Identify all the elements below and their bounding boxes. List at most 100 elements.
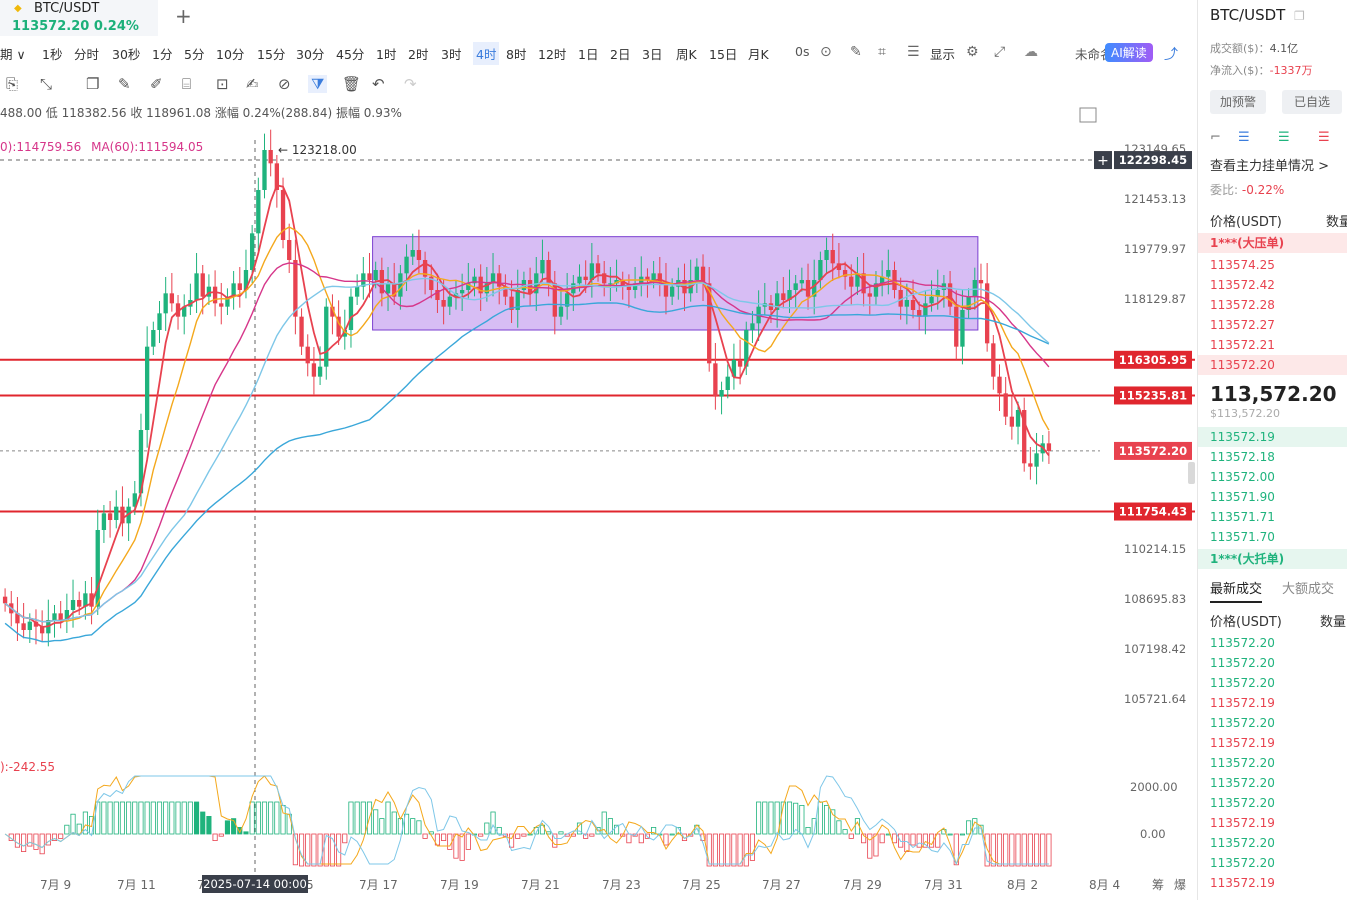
candle-body[interactable]	[194, 273, 199, 300]
candle-body[interactable]	[441, 300, 446, 307]
candle-body[interactable]	[212, 286, 218, 304]
candle-body[interactable]	[947, 283, 953, 307]
tab-latest-trades[interactable]: 最新成交	[1210, 578, 1263, 603]
timeframe-3[interactable]: 30秒	[112, 44, 140, 63]
pen-icon[interactable]: ✎	[850, 44, 862, 60]
candle-body[interactable]	[317, 366, 323, 377]
candle-body[interactable]	[886, 270, 891, 277]
candle-body[interactable]	[768, 303, 774, 310]
note-icon[interactable]: ✍	[246, 75, 259, 93]
candle-body[interactable]	[324, 306, 329, 367]
line-tool-icon[interactable]: ⤡	[40, 75, 52, 93]
candle-body[interactable]	[169, 293, 175, 304]
candle-body[interactable]	[694, 266, 700, 280]
copy-icon[interactable]: ❐	[86, 75, 99, 93]
candle-body[interactable]	[910, 300, 916, 310]
candle-body[interactable]	[287, 240, 292, 260]
timeframe-10[interactable]: 1时	[376, 44, 396, 63]
timeframe-0[interactable]: 期 ∨	[0, 44, 26, 63]
ruler-icon[interactable]: ✐	[150, 75, 163, 93]
candle-body[interactable]	[21, 623, 26, 630]
share-icon[interactable]: ⤴	[1164, 44, 1178, 64]
pattern-icon[interactable]: ⌸	[182, 75, 191, 93]
timeframe-6[interactable]: 10分	[216, 44, 244, 63]
candle-body[interactable]	[410, 250, 415, 257]
candle-body[interactable]	[799, 280, 805, 284]
timeframe-17[interactable]: 2日	[610, 44, 630, 63]
candle-body[interactable]	[348, 296, 354, 330]
candle-body[interactable]	[151, 330, 156, 347]
lock-icon[interactable]: ⊡	[216, 75, 229, 93]
candle-body[interactable]	[558, 306, 564, 317]
candle-body[interactable]	[459, 290, 465, 294]
candle-body[interactable]	[997, 376, 1002, 394]
candle-body[interactable]	[904, 300, 910, 307]
brush-icon[interactable]: ✎	[118, 75, 131, 93]
kline-chart[interactable]: 123149.65121453.13119779.97118129.871148…	[0, 100, 1195, 900]
candle-body[interactable]	[540, 260, 545, 274]
candle-body[interactable]	[669, 286, 675, 297]
candle-body[interactable]	[385, 283, 391, 294]
layout-icon-4[interactable]: ☰	[1318, 130, 1330, 145]
candle-body[interactable]	[398, 273, 403, 297]
candle-body[interactable]	[830, 250, 835, 264]
candle-body[interactable]	[157, 313, 162, 330]
candle-body[interactable]	[262, 150, 267, 190]
timeframe-20[interactable]: 15日	[709, 44, 737, 63]
select-icon[interactable]: ⌗	[878, 44, 886, 60]
candle-body[interactable]	[978, 280, 984, 284]
list-icon[interactable]: ☰	[907, 44, 920, 60]
ai-analysis-button[interactable]: AI解读	[1105, 43, 1153, 62]
candle-body[interactable]	[991, 343, 996, 377]
candle-body[interactable]	[849, 276, 854, 287]
timeframe-19[interactable]: 周K	[676, 44, 697, 63]
timeframe-18[interactable]: 3日	[642, 44, 662, 63]
candle-body[interactable]	[163, 293, 168, 314]
candle-body[interactable]	[219, 303, 224, 307]
candle-body[interactable]	[299, 316, 304, 347]
timeframe-15[interactable]: 12时	[538, 44, 566, 63]
candle-body[interactable]	[27, 621, 32, 630]
candle-body[interactable]	[1028, 463, 1033, 467]
candle-body[interactable]	[781, 293, 786, 300]
redo-icon[interactable]: ↷	[404, 75, 417, 93]
candle-body[interactable]	[972, 280, 977, 297]
candle-body[interactable]	[268, 150, 273, 164]
candle-body[interactable]	[1046, 443, 1052, 451]
candle-body[interactable]	[77, 600, 82, 607]
tab-big-trades[interactable]: 大额成交	[1282, 578, 1334, 597]
candle-body[interactable]	[404, 256, 409, 274]
undo-icon[interactable]: ↶	[372, 75, 385, 93]
candle-body[interactable]	[818, 260, 823, 280]
timeframe-11[interactable]: 2时	[408, 44, 428, 63]
candle-body[interactable]	[311, 363, 317, 377]
timeframe-21[interactable]: 月K	[748, 44, 769, 63]
candle-body[interactable]	[583, 276, 588, 280]
candle-body[interactable]	[256, 190, 261, 234]
candle-body[interactable]	[1009, 416, 1015, 427]
timeframe-9[interactable]: 45分	[336, 44, 364, 63]
layout-icon-1[interactable]: ⌐	[1210, 130, 1221, 145]
candle-body[interactable]	[954, 306, 959, 347]
candle-body[interactable]	[750, 323, 755, 330]
candle-body[interactable]	[52, 613, 57, 620]
candle-body[interactable]	[595, 263, 601, 274]
candle-body[interactable]	[354, 286, 360, 297]
fullscreen-icon[interactable]: ⤢	[994, 44, 1005, 60]
timeframe-13[interactable]: 4时	[473, 42, 500, 65]
candle-body[interactable]	[114, 506, 119, 520]
candle-body[interactable]	[101, 513, 107, 530]
candle-body[interactable]	[373, 270, 378, 280]
panel-resize-handle[interactable]	[1188, 462, 1195, 484]
candle-body[interactable]	[249, 233, 255, 270]
display-button[interactable]: 显示	[930, 44, 955, 63]
timeframe-1[interactable]: 1秒	[42, 44, 62, 63]
candle-body[interactable]	[929, 296, 934, 304]
candle-body[interactable]	[293, 260, 298, 317]
timeframe-14[interactable]: 8时	[506, 44, 526, 63]
candle-body[interactable]	[1015, 410, 1021, 427]
candle-body[interactable]	[577, 276, 582, 284]
candle-body[interactable]	[719, 390, 724, 397]
candle-body[interactable]	[107, 513, 113, 520]
candle-body[interactable]	[824, 250, 829, 260]
